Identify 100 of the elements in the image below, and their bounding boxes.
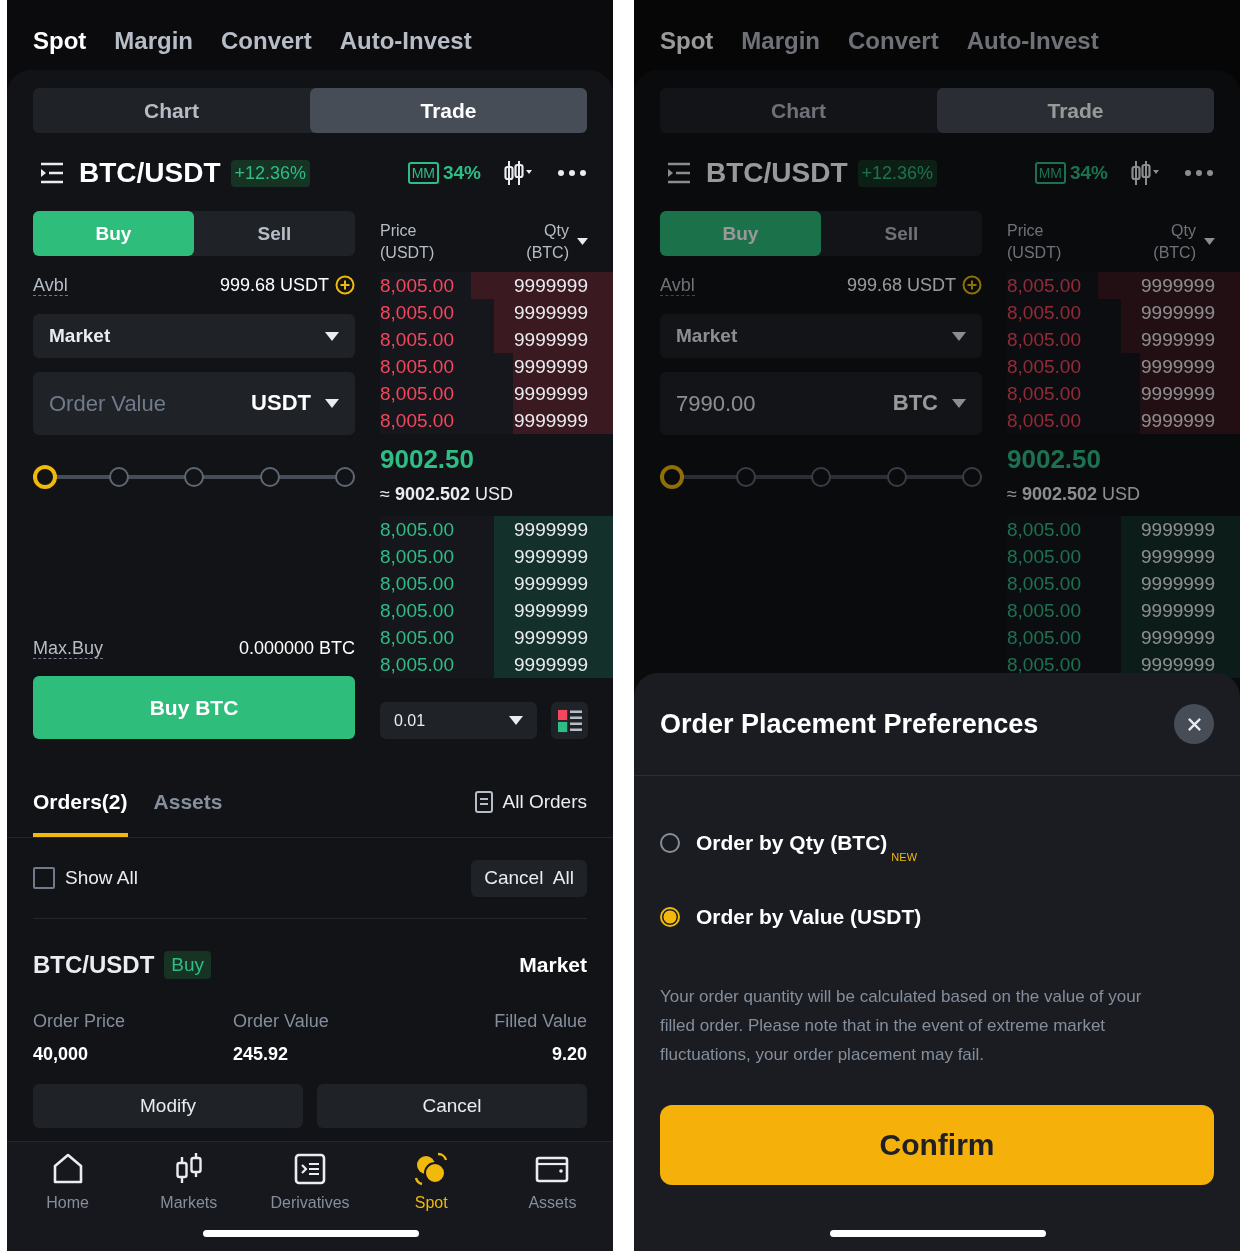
depth-dropdown[interactable]: 0.01 [380,702,537,739]
candlestick-icon[interactable] [1130,160,1160,186]
order-type-dropdown[interactable]: Market [660,314,982,358]
radio-button[interactable] [660,833,680,853]
caret-icon[interactable] [1204,238,1215,245]
side-tab[interactable]: Sell [821,211,982,256]
view-tab[interactable]: Chart [660,88,937,133]
price-header: Price [380,221,418,240]
bid-quantity: 9999999 [514,572,588,595]
ask-price: 8,005.00 [380,301,454,324]
caret-icon [952,331,966,341]
confirm-button[interactable]: Confirm [660,1105,1214,1185]
coins-icon [414,1152,449,1186]
ask-price: 8,005.00 [380,274,454,297]
ask-price: 8,005.00 [1007,355,1081,378]
more-icon[interactable] [557,169,587,177]
available-balance: 999.68 USDT [846,274,956,296]
pair-name: BTC/USDT [706,157,848,189]
ask-quantity: 9999999 [514,409,588,432]
option-label[interactable]: Order by Qty (BTC) [696,831,888,855]
unit-dropdown[interactable]: BTC [892,390,966,416]
slider-step[interactable] [811,467,831,487]
price-unit: (USDT) [1007,243,1062,262]
mm-badge: MM [407,162,439,184]
caret-icon [325,331,339,341]
bid-price: 8,005.00 [380,518,454,541]
orders-tab[interactable]: Orders(2) [33,767,128,837]
cancel-all-button[interactable]: Cancel All [471,859,587,897]
caret-icon [509,716,523,725]
approx-price: ≈ 9002.502 USD [1007,483,1141,506]
show-all-checkbox[interactable] [33,867,55,889]
order-type-dropdown[interactable]: Market [33,314,355,358]
slider-step[interactable] [184,467,204,487]
bid-quantity: 9999999 [1141,626,1215,649]
mode-tab[interactable]: Margin [114,22,193,60]
slider-step[interactable] [962,467,982,487]
nav-item[interactable]: Assets [491,1152,613,1232]
radio-button[interactable] [660,907,680,927]
ask-price: 8,005.00 [380,355,454,378]
order-book-layout-icon [556,708,583,733]
slider-step[interactable] [335,467,355,487]
bid-price: 8,005.00 [1007,599,1081,622]
quantity-header: Qty [1171,221,1196,240]
view-tab[interactable]: Trade [937,88,1214,133]
bid-quantity: 9999999 [514,599,588,622]
bid-quantity: 9999999 [1141,545,1215,568]
caret-icon [952,398,966,408]
ask-price: 8,005.00 [380,409,454,432]
menu-icon[interactable] [39,162,65,184]
nav-item[interactable]: Markets [128,1152,250,1232]
note-text: Your order quantity will be calculated based on the value of your filled order. Please note that in the event of extreme market fluctuations, your order placement may fail. [660,986,1143,1066]
ask-quantity: 9999999 [1141,274,1215,297]
approx-price: ≈ 9002.502 USD [380,483,514,506]
price-header: Price [1007,221,1045,240]
order-action-button[interactable]: Modify [33,1084,303,1128]
view-tab[interactable]: Chart [33,88,310,133]
add-funds-icon[interactable] [335,275,355,295]
close-button[interactable] [1174,704,1214,744]
document-icon[interactable] [474,791,493,813]
all-orders-link[interactable]: All Orders [502,791,587,813]
slider-thumb[interactable] [660,465,684,489]
order-action-button[interactable]: Cancel [317,1084,587,1128]
max-buy-label: Max.Buy [33,637,104,659]
nav-item[interactable]: Home [7,1152,129,1232]
candlestick-icon[interactable] [503,160,533,186]
bid-quantity: 9999999 [1141,599,1215,622]
order-type: Market [519,953,587,977]
option-label[interactable]: Order by Value (USDT) [696,905,922,929]
mode-tab[interactable]: Auto-Invest [966,22,1099,60]
ask-quantity: 9999999 [1141,328,1215,351]
mode-tab[interactable]: Convert [221,22,312,60]
slider-step[interactable] [735,467,756,487]
more-icon[interactable] [1184,169,1214,177]
sheet-title: Order Placement Preferences [660,708,1039,740]
slider-thumb[interactable] [33,465,57,489]
slider-step[interactable] [886,467,907,487]
side-tab[interactable]: Sell [194,211,355,256]
mode-tab[interactable]: Spot [33,22,87,60]
ask-price: 8,005.00 [1007,301,1081,324]
bid-quantity: 9999999 [514,545,588,568]
nav-item[interactable]: Derivatives [249,1152,371,1232]
price-unit: (USDT) [380,243,435,262]
book-layout-button[interactable] [551,702,588,739]
bid-price: 8,005.00 [380,599,454,622]
orders-tab[interactable]: Assets [153,767,223,837]
slider-step[interactable] [108,467,129,487]
slider-step[interactable] [259,467,280,487]
view-tab[interactable]: Trade [310,88,587,133]
menu-icon[interactable] [666,162,692,184]
mode-tab[interactable]: Convert [848,22,939,60]
ask-quantity: 9999999 [1141,409,1215,432]
bid-price: 8,005.00 [1007,545,1081,568]
bid-price: 8,005.00 [380,572,454,595]
caret-icon[interactable] [577,238,588,245]
mode-tab[interactable]: Spot [660,22,714,60]
unit-dropdown[interactable]: USDT [251,390,339,416]
field-label: Filled Value [494,1011,587,1032]
mode-tab[interactable]: Margin [741,22,820,60]
mode-tab[interactable]: Auto-Invest [339,22,472,60]
bid-price: 8,005.00 [380,626,454,649]
